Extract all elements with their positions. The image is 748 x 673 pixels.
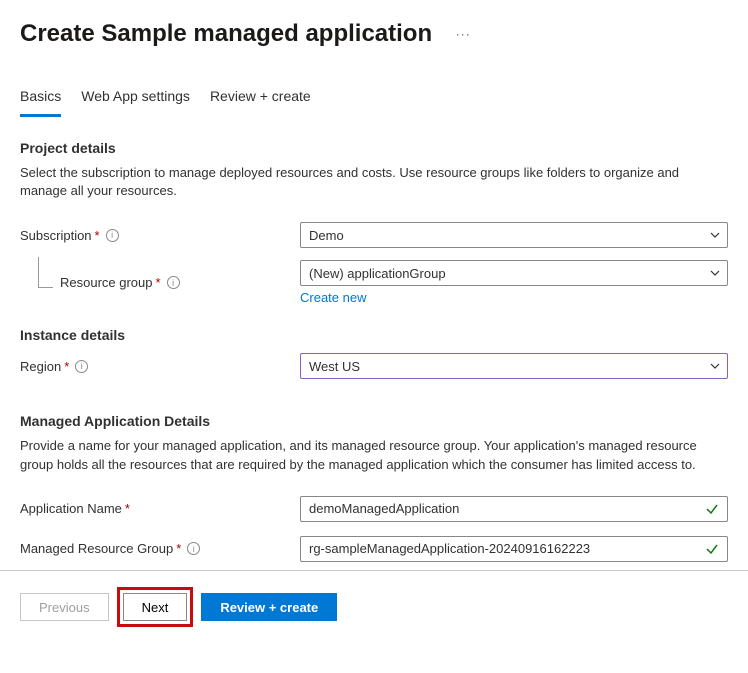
tab-web-app-settings[interactable]: Web App settings (81, 88, 190, 117)
project-details-heading: Project details (20, 140, 728, 156)
tab-review-create[interactable]: Review + create (210, 88, 311, 117)
region-label: Region * i (20, 359, 300, 374)
managed-app-details-heading: Managed Application Details (20, 413, 728, 429)
check-icon (705, 502, 719, 516)
subscription-label: Subscription * i (20, 228, 300, 243)
region-value: West US (309, 359, 360, 374)
required-star: * (95, 228, 100, 243)
managed-resource-group-label: Managed Resource Group * i (20, 541, 300, 556)
application-name-row: Application Name * demoManagedApplicatio… (20, 494, 728, 524)
resource-group-select[interactable]: (New) applicationGroup (300, 260, 728, 286)
resource-group-value: (New) applicationGroup (309, 266, 446, 281)
info-icon[interactable]: i (106, 229, 119, 242)
next-button[interactable]: Next (123, 593, 188, 621)
subscription-value: Demo (309, 228, 344, 243)
info-icon[interactable]: i (167, 276, 180, 289)
managed-resource-group-input[interactable]: rg-sampleManagedApplication-202409161622… (300, 536, 728, 562)
application-name-label: Application Name * (20, 501, 300, 516)
managed-resource-group-row: Managed Resource Group * i rg-sampleMana… (20, 534, 728, 564)
project-details-description: Select the subscription to manage deploy… (20, 164, 720, 200)
page-title: Create Sample managed application (20, 20, 432, 48)
next-button-highlight: Next (117, 587, 194, 627)
resource-group-row: Resource group * i (New) applicationGrou… (20, 260, 728, 305)
managed-resource-group-label-text: Managed Resource Group (20, 541, 173, 556)
info-icon[interactable]: i (75, 360, 88, 373)
region-select[interactable]: West US (300, 353, 728, 379)
application-name-value: demoManagedApplication (309, 501, 459, 516)
subscription-select[interactable]: Demo (300, 222, 728, 248)
managed-resource-group-value: rg-sampleManagedApplication-202409161622… (309, 541, 590, 556)
check-icon (705, 542, 719, 556)
required-star: * (64, 359, 69, 374)
application-name-input[interactable]: demoManagedApplication (300, 496, 728, 522)
more-icon[interactable]: ··· (456, 27, 471, 41)
region-label-text: Region (20, 359, 61, 374)
review-create-button[interactable]: Review + create (201, 593, 337, 621)
create-new-link[interactable]: Create new (300, 290, 366, 305)
required-star: * (125, 501, 130, 516)
tab-basics[interactable]: Basics (20, 88, 61, 117)
region-row: Region * i West US (20, 351, 728, 381)
chevron-down-icon (709, 360, 721, 372)
resource-group-label-text: Resource group (60, 275, 153, 290)
chevron-down-icon (709, 229, 721, 241)
instance-details-heading: Instance details (20, 327, 728, 343)
subscription-row: Subscription * i Demo (20, 220, 728, 250)
chevron-down-icon (709, 267, 721, 279)
previous-button[interactable]: Previous (20, 593, 109, 621)
managed-app-details-description: Provide a name for your managed applicat… (20, 437, 720, 473)
resource-group-label: Resource group * i (20, 275, 300, 290)
application-name-label-text: Application Name (20, 501, 122, 516)
info-icon[interactable]: i (187, 542, 200, 555)
footer-bar: Previous Next Review + create (0, 570, 748, 643)
required-star: * (156, 275, 161, 290)
tabs: Basics Web App settings Review + create (20, 88, 728, 118)
required-star: * (176, 541, 181, 556)
subscription-label-text: Subscription (20, 228, 92, 243)
